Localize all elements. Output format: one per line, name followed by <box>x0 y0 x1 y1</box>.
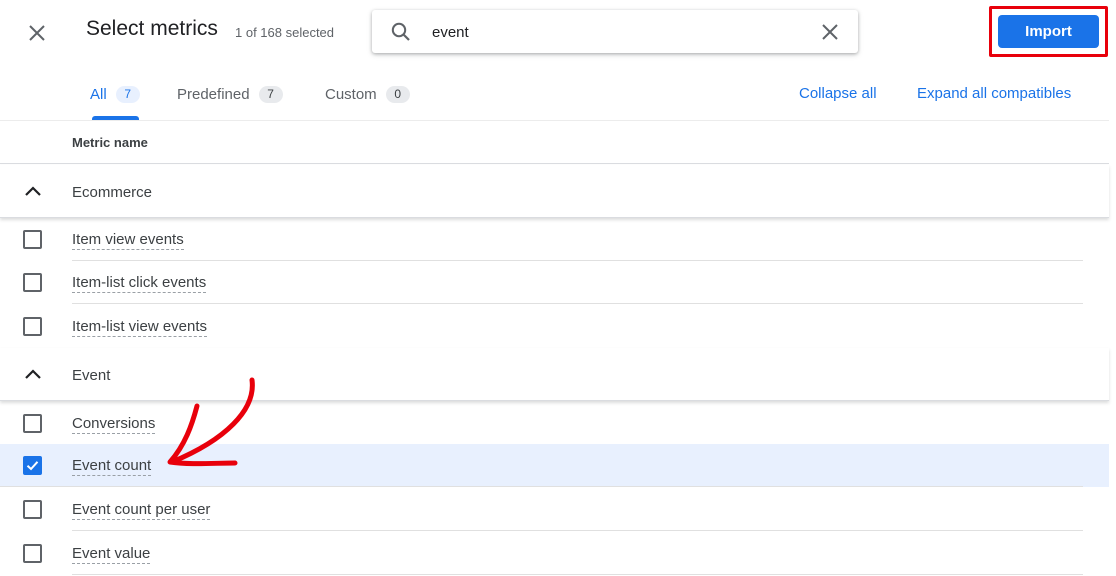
search-icon <box>390 21 412 43</box>
checkbox[interactable] <box>23 414 42 433</box>
group-header-ecommerce[interactable]: Ecommerce <box>0 165 1109 218</box>
close-icon <box>24 20 50 46</box>
tab-custom[interactable]: Custom 0 <box>325 84 410 104</box>
checkbox[interactable] <box>23 230 42 249</box>
metric-label[interactable]: Event count <box>72 457 151 476</box>
search-input[interactable] <box>432 21 812 43</box>
tab-label: Custom <box>325 86 377 103</box>
metric-label[interactable]: Conversions <box>72 415 155 434</box>
checkbox-checked[interactable] <box>23 456 42 475</box>
checkbox[interactable] <box>23 273 42 292</box>
tab-all[interactable]: All 7 <box>90 84 140 104</box>
chevron-up-icon[interactable] <box>23 183 43 199</box>
metric-label[interactable]: Event value <box>72 545 150 564</box>
list-item[interactable]: Event count per user <box>0 488 1109 531</box>
import-button[interactable]: Import <box>998 15 1099 48</box>
list-item[interactable]: Item view events <box>0 218 1109 261</box>
page-title: Select metrics <box>86 17 218 41</box>
selection-count: 1 of 168 selected <box>235 25 334 40</box>
active-tab-indicator <box>92 116 139 120</box>
checkmark-icon <box>26 459 39 472</box>
clear-search-button[interactable] <box>820 22 840 42</box>
dialog-header: Select metrics 1 of 168 selected Import <box>0 0 1116 64</box>
expand-all-compatibles-link[interactable]: Expand all compatibles <box>917 85 1071 102</box>
row-divider <box>72 574 1083 575</box>
list-item[interactable]: Event value <box>0 532 1109 575</box>
column-header-metric-name: Metric name <box>72 135 148 150</box>
list-item[interactable]: Item-list click events <box>0 261 1109 304</box>
group-header-event[interactable]: Event <box>0 348 1109 401</box>
row-divider <box>72 530 1083 531</box>
group-label: Event <box>72 367 110 384</box>
metric-label[interactable]: Event count per user <box>72 501 210 520</box>
tab-bar: All 7 Predefined 7 Custom 0 Collapse all… <box>0 64 1109 121</box>
group-label: Ecommerce <box>72 184 152 201</box>
checkbox[interactable] <box>23 544 42 563</box>
list-item[interactable]: Item-list view events <box>0 305 1109 348</box>
checkbox[interactable] <box>23 317 42 336</box>
tab-label: Predefined <box>177 86 250 103</box>
import-highlight-annotation: Import <box>989 6 1108 57</box>
checkbox[interactable] <box>23 500 42 519</box>
list-item-selected[interactable]: Event count <box>0 444 1109 487</box>
close-button[interactable] <box>24 20 50 46</box>
tab-count-badge: 7 <box>116 86 140 103</box>
table-header: Metric name <box>0 121 1109 164</box>
chevron-up-icon[interactable] <box>23 366 43 382</box>
row-divider <box>72 303 1083 304</box>
metric-label[interactable]: Item view events <box>72 231 184 250</box>
search-box <box>372 10 858 53</box>
tab-count-badge: 0 <box>386 86 410 103</box>
collapse-all-link[interactable]: Collapse all <box>799 85 877 102</box>
metric-label[interactable]: Item-list view events <box>72 318 207 337</box>
tab-predefined[interactable]: Predefined 7 <box>177 84 283 104</box>
close-icon <box>820 22 840 42</box>
tab-count-badge: 7 <box>259 86 283 103</box>
tab-label: All <box>90 86 107 103</box>
metric-label[interactable]: Item-list click events <box>72 274 206 293</box>
row-divider <box>0 486 1083 487</box>
list-item[interactable]: Conversions <box>0 402 1109 445</box>
